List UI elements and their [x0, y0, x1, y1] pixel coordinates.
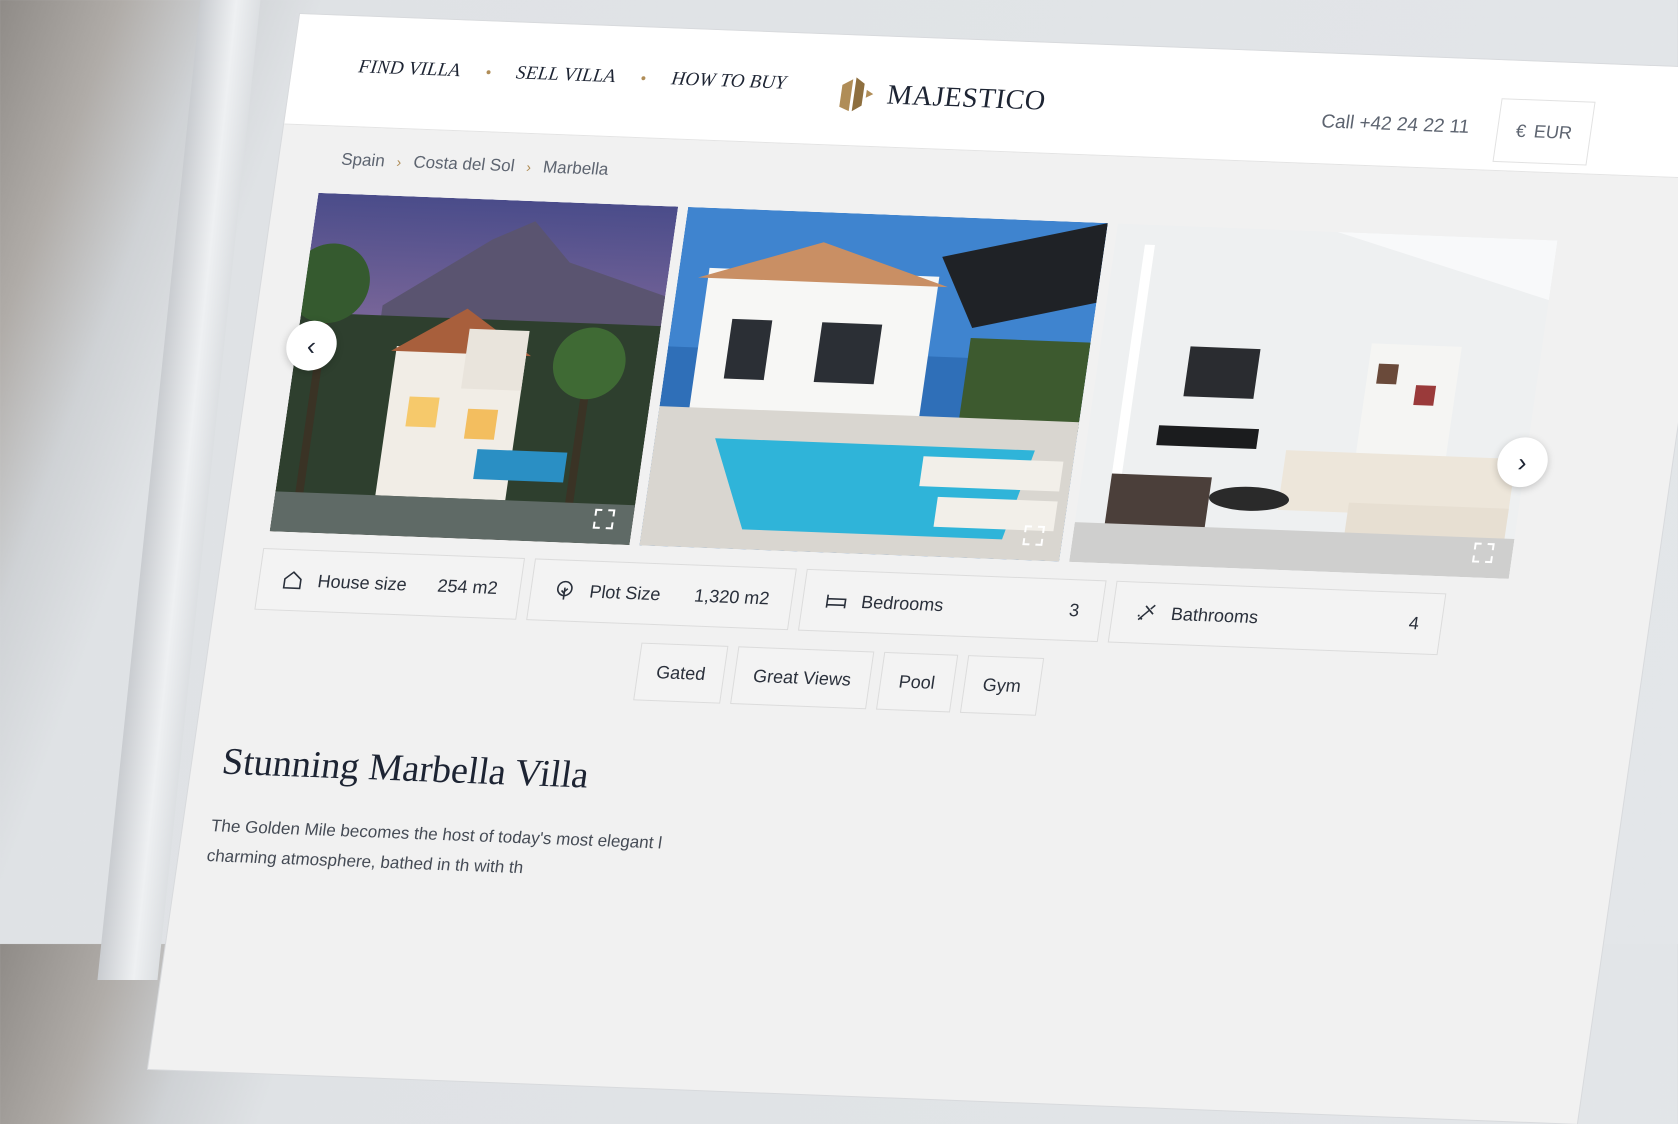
stat-label: Bedrooms: [859, 591, 945, 615]
currency-code: EUR: [1532, 121, 1574, 143]
main-nav: FIND VILLA SELL VILLA HOW TO BUY: [357, 56, 788, 94]
gallery-photo-pool[interactable]: [639, 207, 1108, 562]
stat-value: 4: [1407, 612, 1421, 633]
shower-icon: [1137, 604, 1156, 621]
chevron-right-icon: ›: [1516, 446, 1530, 477]
nav-how-to-buy[interactable]: HOW TO BUY: [670, 68, 788, 94]
currency-selector[interactable]: € EUR: [1492, 98, 1596, 166]
browser-screen: FIND VILLA SELL VILLA HOW TO BUY MAJESTI…: [147, 14, 1678, 1124]
stat-value: 3: [1067, 599, 1081, 620]
nav-separator-dot: [486, 70, 491, 75]
nav-find-villa[interactable]: FIND VILLA: [357, 56, 462, 82]
logo-mark-icon: [839, 77, 874, 112]
chevron-left-icon: ‹: [305, 330, 319, 361]
stat-value: 254 m2: [436, 575, 500, 598]
logo-text: MAJESTICO: [884, 79, 1048, 117]
feature-tags: Gated Great Views Pool Gym: [633, 642, 1044, 716]
photo-gallery: ‹ ›: [269, 192, 1558, 579]
nav-separator-dot: [641, 76, 646, 81]
stat-house-size: House size 254 m2: [254, 547, 526, 620]
chevron-right-icon: ›: [395, 153, 403, 170]
phone-link[interactable]: Call +42 24 22 11: [1320, 111, 1471, 139]
nav-sell-villa[interactable]: SELL VILLA: [515, 62, 617, 88]
stat-bathrooms: Bathrooms 4: [1107, 580, 1447, 656]
expand-icon[interactable]: [1471, 541, 1496, 564]
tag-gated[interactable]: Gated: [633, 642, 729, 704]
expand-icon[interactable]: [591, 508, 616, 531]
villa-pool-image: [639, 207, 1108, 562]
breadcrumb-item[interactable]: Costa del Sol: [412, 153, 516, 177]
breadcrumb-item[interactable]: Marbella: [542, 157, 610, 179]
house-icon: [282, 571, 302, 590]
gallery-photo-exterior[interactable]: [269, 192, 679, 546]
stat-bedrooms: Bedrooms 3: [797, 568, 1107, 643]
stat-label: Plot Size: [588, 581, 663, 604]
bed-icon: [825, 594, 847, 609]
tag-pool[interactable]: Pool: [875, 651, 959, 713]
tree-icon: [556, 580, 573, 600]
site-logo[interactable]: MAJESTICO: [836, 75, 1048, 121]
expand-icon[interactable]: [1021, 524, 1046, 547]
gallery-photo-living-room[interactable]: [1069, 223, 1558, 579]
listing-title: Stunning Marbella Villa: [219, 740, 592, 797]
tag-gym[interactable]: Gym: [959, 655, 1044, 716]
chevron-right-icon: ›: [525, 158, 533, 175]
breadcrumb-item[interactable]: Spain: [340, 150, 386, 172]
breadcrumb: Spain › Costa del Sol › Marbella: [340, 150, 610, 180]
stat-plot-size: Plot Size 1,320 m2: [526, 558, 797, 631]
villa-exterior-image: [269, 192, 679, 546]
currency-symbol: €: [1514, 120, 1528, 141]
stat-label: Bathrooms: [1169, 603, 1260, 627]
stat-label: House size: [316, 570, 409, 594]
villa-living-room-image: [1069, 223, 1558, 579]
tag-great-views[interactable]: Great Views: [730, 646, 875, 710]
stat-value: 1,320 m2: [693, 585, 771, 608]
listing-description: The Golden Mile becomes the host of toda…: [205, 816, 664, 878]
